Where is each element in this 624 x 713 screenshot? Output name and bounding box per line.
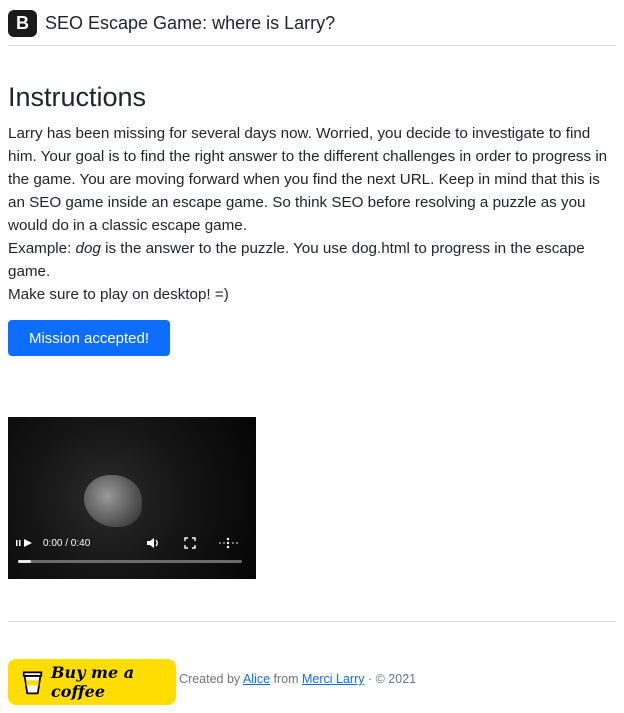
- volume-icon[interactable]: [146, 537, 160, 549]
- video-time: 0:00 / 0:40: [43, 537, 91, 549]
- video-progress-bar[interactable]: [18, 560, 242, 563]
- mission-accepted-button[interactable]: Mission accepted!: [8, 320, 170, 356]
- coffee-label: Buy me a coffee: [51, 663, 135, 701]
- logo-letter: B: [16, 12, 29, 33]
- header-divider: [8, 45, 616, 46]
- created-by-text: Created by: [179, 672, 243, 686]
- fullscreen-icon[interactable]: [184, 537, 196, 549]
- coffee-cup-icon: [22, 671, 43, 695]
- play-icon[interactable]: [15, 537, 37, 549]
- example-prefix: Example:: [8, 240, 76, 257]
- site-link[interactable]: Merci Larry: [302, 672, 365, 686]
- desktop-note: Make sure to play on desktop! =): [8, 286, 229, 303]
- buy-me-a-coffee-button[interactable]: Buy me a coffee: [8, 659, 176, 705]
- example-word: dog: [75, 240, 101, 257]
- video-progress-fill: [18, 560, 32, 563]
- bootstrap-logo-icon[interactable]: B: [8, 9, 37, 37]
- from-text: from: [270, 672, 302, 686]
- intro-paragraph: Larry has been missing for several days …: [8, 125, 608, 234]
- author-link[interactable]: Alice: [243, 672, 270, 686]
- more-options-icon[interactable]: [218, 537, 242, 549]
- site-header: B SEO Escape Game: where is Larry?: [8, 8, 616, 38]
- site-title[interactable]: SEO Escape Game: where is Larry?: [45, 13, 335, 34]
- footer-divider: [8, 621, 616, 622]
- video-player[interactable]: 0:00 / 0:40: [8, 417, 256, 579]
- instructions-text: Larry has been missing for several days …: [8, 122, 618, 306]
- footer-credits: Created by Alice from Merci Larry · © 20…: [179, 672, 416, 686]
- copyright-text: · © 2021: [364, 672, 417, 686]
- video-controls: 0:00 / 0:40: [8, 532, 256, 554]
- page-heading: Instructions: [8, 82, 147, 112]
- example-paragraph: Example: dog is the answer to the puzzle…: [8, 237, 618, 283]
